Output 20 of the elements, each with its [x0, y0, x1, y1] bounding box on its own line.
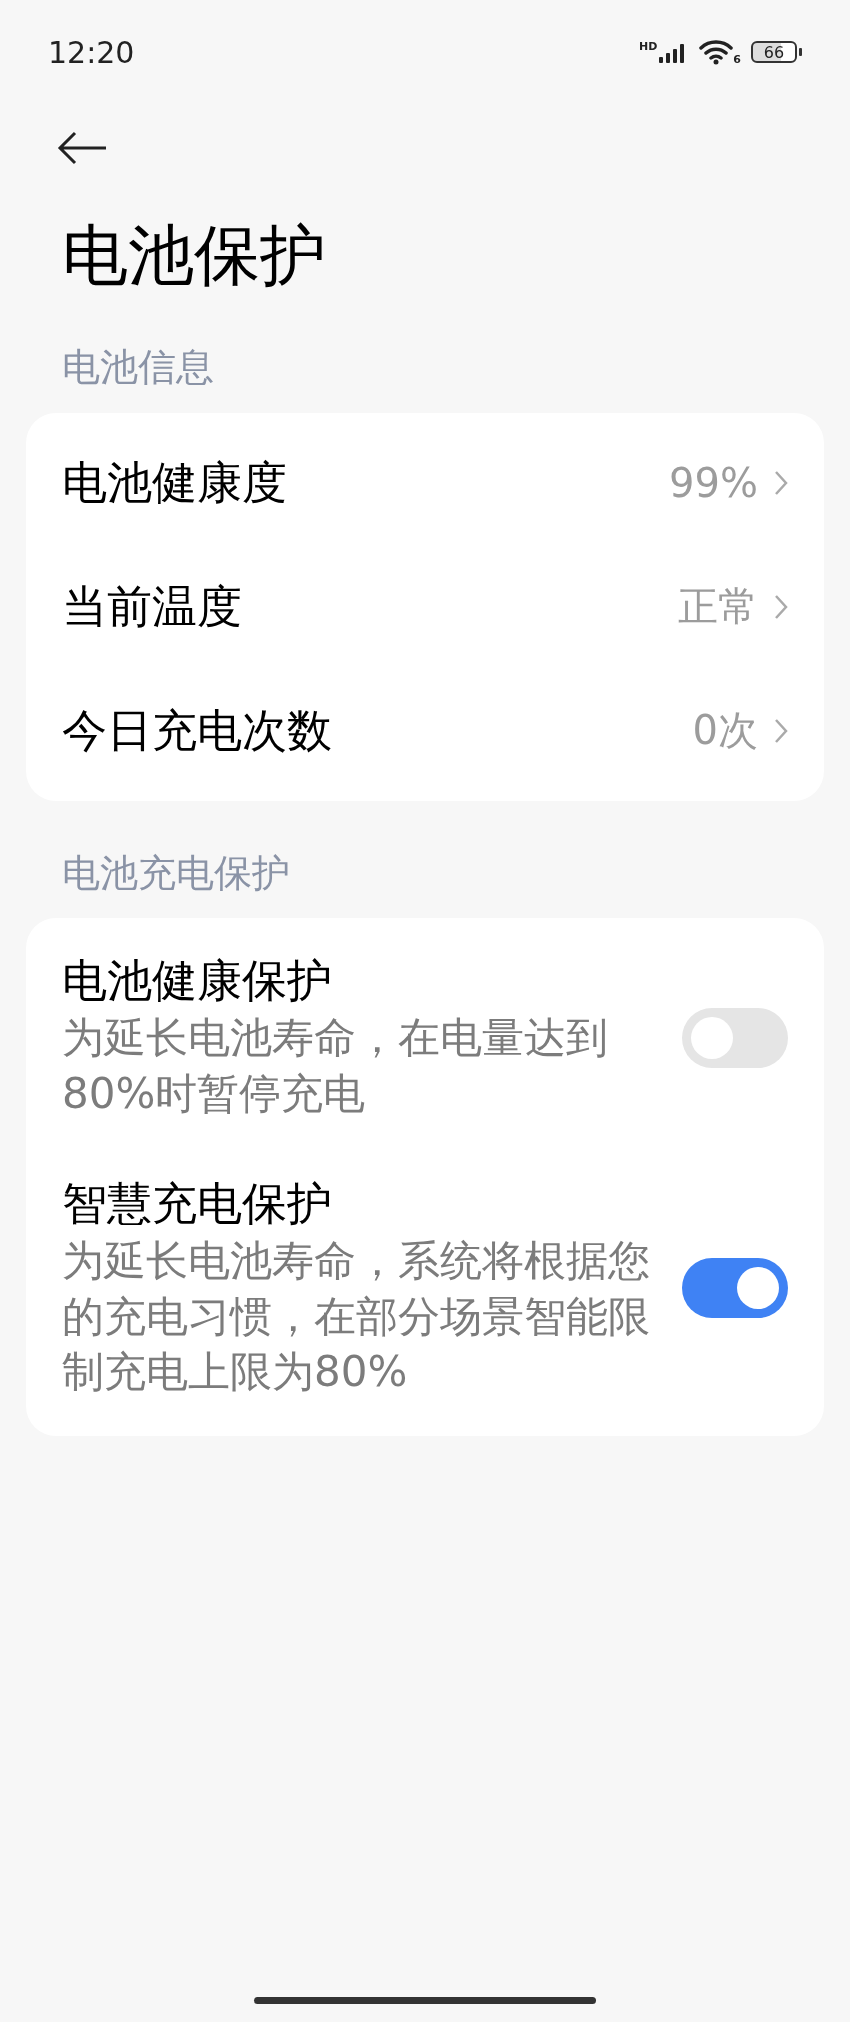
row-label: 电池健康度 — [62, 455, 287, 510]
row-description: 为延长电池寿命，在电量达到80%时暂停充电 — [62, 1012, 609, 1120]
row-value: 0次 — [692, 706, 758, 756]
settings-row[interactable]: 当前温度 正常 — [26, 544, 824, 669]
row-value: 99% — [669, 459, 758, 506]
row-label: 智慧充电保护 — [62, 1177, 333, 1232]
chevron-icon — [774, 717, 788, 744]
row-label: 当前温度 — [62, 579, 242, 634]
row-description: 为延长电池寿命，系统将根据您的充电习惯，在部分场景智能限制充电上限为80% — [62, 1235, 651, 1399]
section-header: 电池充电保护 — [62, 850, 291, 897]
section-header: 电池信息 — [62, 345, 215, 391]
chevron-icon — [774, 593, 788, 620]
row-value: 正常 — [678, 582, 758, 632]
settings-row[interactable]: 电池健康度 99% — [26, 420, 824, 545]
page-title: 电池保护 — [62, 216, 327, 296]
chevron-icon — [774, 469, 788, 496]
settings-row[interactable]: 今日充电次数 0次 — [26, 668, 824, 793]
row-label: 电池健康保护 — [62, 954, 333, 1009]
row-label: 今日充电次数 — [62, 703, 332, 758]
status-time: 12:20 — [48, 34, 135, 70]
